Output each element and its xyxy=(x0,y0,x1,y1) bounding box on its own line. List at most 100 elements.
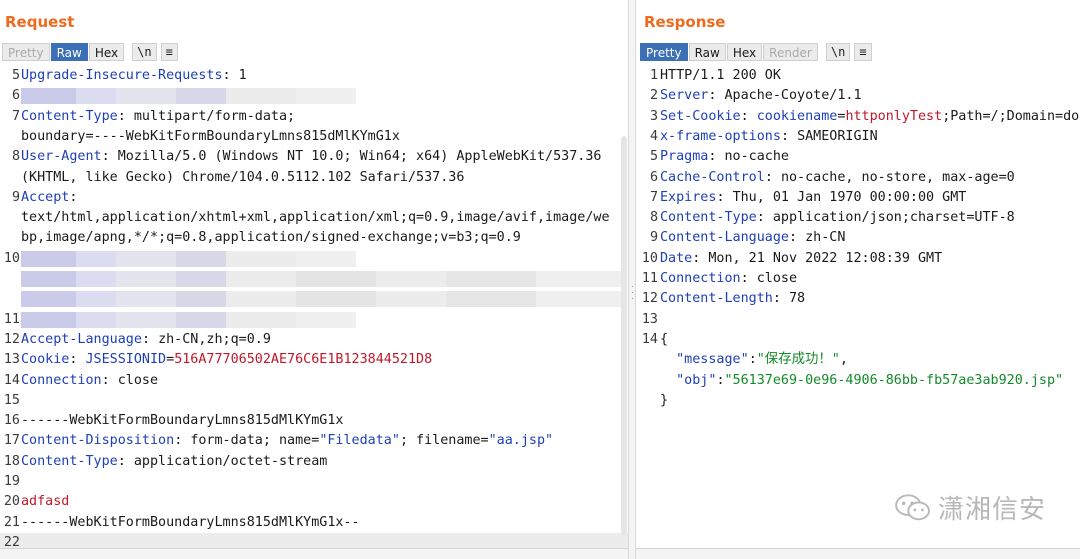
header-name: Expires xyxy=(660,189,717,205)
code-token: : xyxy=(748,352,757,368)
code-token: ; filename= xyxy=(399,433,489,449)
request-editor[interactable]: 5 Upgrade-Insecure-Requests: 1 6 7 Content-T… xyxy=(0,66,628,553)
line-content: Expires: Thu, 01 Jan 1970 00:00:00 GMT xyxy=(660,188,966,208)
redacted-block xyxy=(226,271,296,287)
wechat-icon xyxy=(895,493,930,520)
header-name: Pragma xyxy=(660,149,709,165)
pane-splitter[interactable]: · · · xyxy=(628,0,636,559)
header-name: Accept-Language xyxy=(21,331,142,347)
line-number: 6 xyxy=(11,88,20,104)
line-number: 6 xyxy=(649,169,658,185)
redacted-block xyxy=(116,291,176,308)
redacted-block xyxy=(176,250,226,267)
code-line: 9 Accept: xyxy=(0,188,628,208)
tab-pretty[interactable]: Pretty xyxy=(640,43,688,61)
line-content: text/html,application/xhtml+xml,applicat… xyxy=(21,208,610,228)
redacted-block xyxy=(176,271,226,287)
code-line: 4 x-frame-options: SAMEORIGIN xyxy=(636,127,1080,147)
line-content: { xyxy=(660,330,668,350)
request-scrollbar[interactable] xyxy=(620,66,628,537)
line-content: Set-Cookie: cookiename=httponlyTest;Path… xyxy=(660,107,1079,127)
line-number: 20 xyxy=(3,494,20,510)
line-number: 13 xyxy=(3,352,20,368)
line-content: Upgrade-Insecure-Requests: 1 xyxy=(21,66,247,86)
header-name: Server xyxy=(660,88,709,104)
code-token: : xyxy=(789,230,806,246)
line-number: 5 xyxy=(11,68,20,83)
redacted-block xyxy=(116,88,176,105)
tab-hex[interactable]: Hex xyxy=(88,43,125,61)
code-token: : xyxy=(772,291,789,307)
json-value: "56137e69-0e96-4906-86bb-fb57ae3ab920.js… xyxy=(724,372,1064,388)
request-search-bar xyxy=(0,548,628,559)
menu-icon[interactable]: ≡ xyxy=(160,43,178,61)
header-value: { xyxy=(660,331,669,347)
response-editor[interactable]: 1 HTTP/1.1 200 OK 2 Server: Apache-Coyote/1… xyxy=(636,66,1080,537)
line-number: 15 xyxy=(3,392,20,408)
redacted-block xyxy=(21,291,76,308)
menu-icon[interactable]: ≡ xyxy=(854,43,872,61)
line-number: 3 xyxy=(649,108,658,124)
cookie-value: 516A77706502AE76C6E1B123844521D8 xyxy=(174,352,433,368)
request-toolbar: Pretty Raw Hex \n ≡ xyxy=(2,42,178,62)
redacted-block xyxy=(176,291,226,308)
code-line: boundary=----WebKitFormBoundaryLmns815dM… xyxy=(0,127,628,147)
newline-toggle-button[interactable]: \n xyxy=(132,43,157,61)
drag-handle-icon[interactable]: · · · xyxy=(631,282,634,303)
code-line: 13 xyxy=(636,310,1080,330)
watermark-text: 潇湘信安 xyxy=(937,495,1046,525)
line-content: } xyxy=(660,391,668,411)
code-line: 6 xyxy=(0,86,628,106)
code-token: : xyxy=(174,433,191,449)
header-value: ------WebKitFormBoundaryLmns815dMlKYmG1x… xyxy=(21,514,360,530)
tab-render[interactable]: Render xyxy=(763,43,818,61)
line-content: "message":"保存成功！", xyxy=(660,350,848,370)
code-line: "obj":"56137e69-0e96-4906-86bb-fb57ae3ab… xyxy=(636,371,1080,391)
request-pane: Request Pretty Raw Hex \n ≡ 5 Upgrade-Insec… xyxy=(0,0,628,559)
redacted-block xyxy=(536,271,621,287)
code-line: 8 User-Agent: Mozilla/5.0 (Windows NT 10.… xyxy=(0,147,628,167)
header-value: 1 xyxy=(238,68,247,83)
code-line: 20 adfasd xyxy=(0,492,628,512)
newline-toggle-button[interactable]: \n xyxy=(825,43,851,61)
redacted-block xyxy=(116,271,176,287)
redacted-block xyxy=(76,311,116,328)
tab-raw[interactable]: Raw xyxy=(688,43,726,61)
code-line: 8 Content-Type: application/json;charset=… xyxy=(636,208,1080,228)
request-title: Request xyxy=(5,13,75,31)
redacted-block xyxy=(21,311,76,328)
line-number: 13 xyxy=(641,311,658,327)
code-line xyxy=(0,289,628,309)
line-content: bp,image/apng,*/*;q=0.8,application/sign… xyxy=(21,228,521,248)
code-token: : xyxy=(756,210,773,226)
line-content: Content-Language: zh-CN xyxy=(660,228,845,248)
line-number: 7 xyxy=(649,189,658,205)
tab-pretty[interactable]: Pretty xyxy=(2,43,50,61)
line-number: 14 xyxy=(3,372,20,388)
code-token: "Filedata" xyxy=(319,433,400,449)
redacted-block xyxy=(176,311,226,328)
header-name: Content-Type xyxy=(21,453,118,469)
code-token: : xyxy=(716,189,733,205)
code-token: : xyxy=(141,331,159,347)
response-search-bar xyxy=(636,548,1080,559)
line-content: Content-Length: 78 xyxy=(660,289,805,309)
tab-hex[interactable]: Hex xyxy=(726,43,763,61)
code-line: 19 xyxy=(0,472,628,492)
redacted-block xyxy=(116,311,176,328)
line-content: Server: Apache-Coyote/1.1 xyxy=(660,86,862,106)
line-content: adfasd xyxy=(21,492,69,512)
header-name: Accept xyxy=(21,189,70,205)
line-number: 9 xyxy=(649,230,658,246)
line-content: Content-Disposition: form-data; name="Fi… xyxy=(21,431,553,451)
code-token: : xyxy=(101,372,118,388)
redacted-block xyxy=(116,250,176,267)
code-token: : xyxy=(740,271,757,286)
response-toolbar: Pretty Raw Hex Render \n ≡ xyxy=(640,42,872,62)
tab-raw[interactable]: Raw xyxy=(50,43,88,61)
line-number: 10 xyxy=(641,250,658,266)
header-name: Content-Disposition xyxy=(21,433,175,449)
redacted-block xyxy=(226,250,296,267)
line-content: ------WebKitFormBoundaryLmns815dMlKYmG1x xyxy=(21,411,343,431)
